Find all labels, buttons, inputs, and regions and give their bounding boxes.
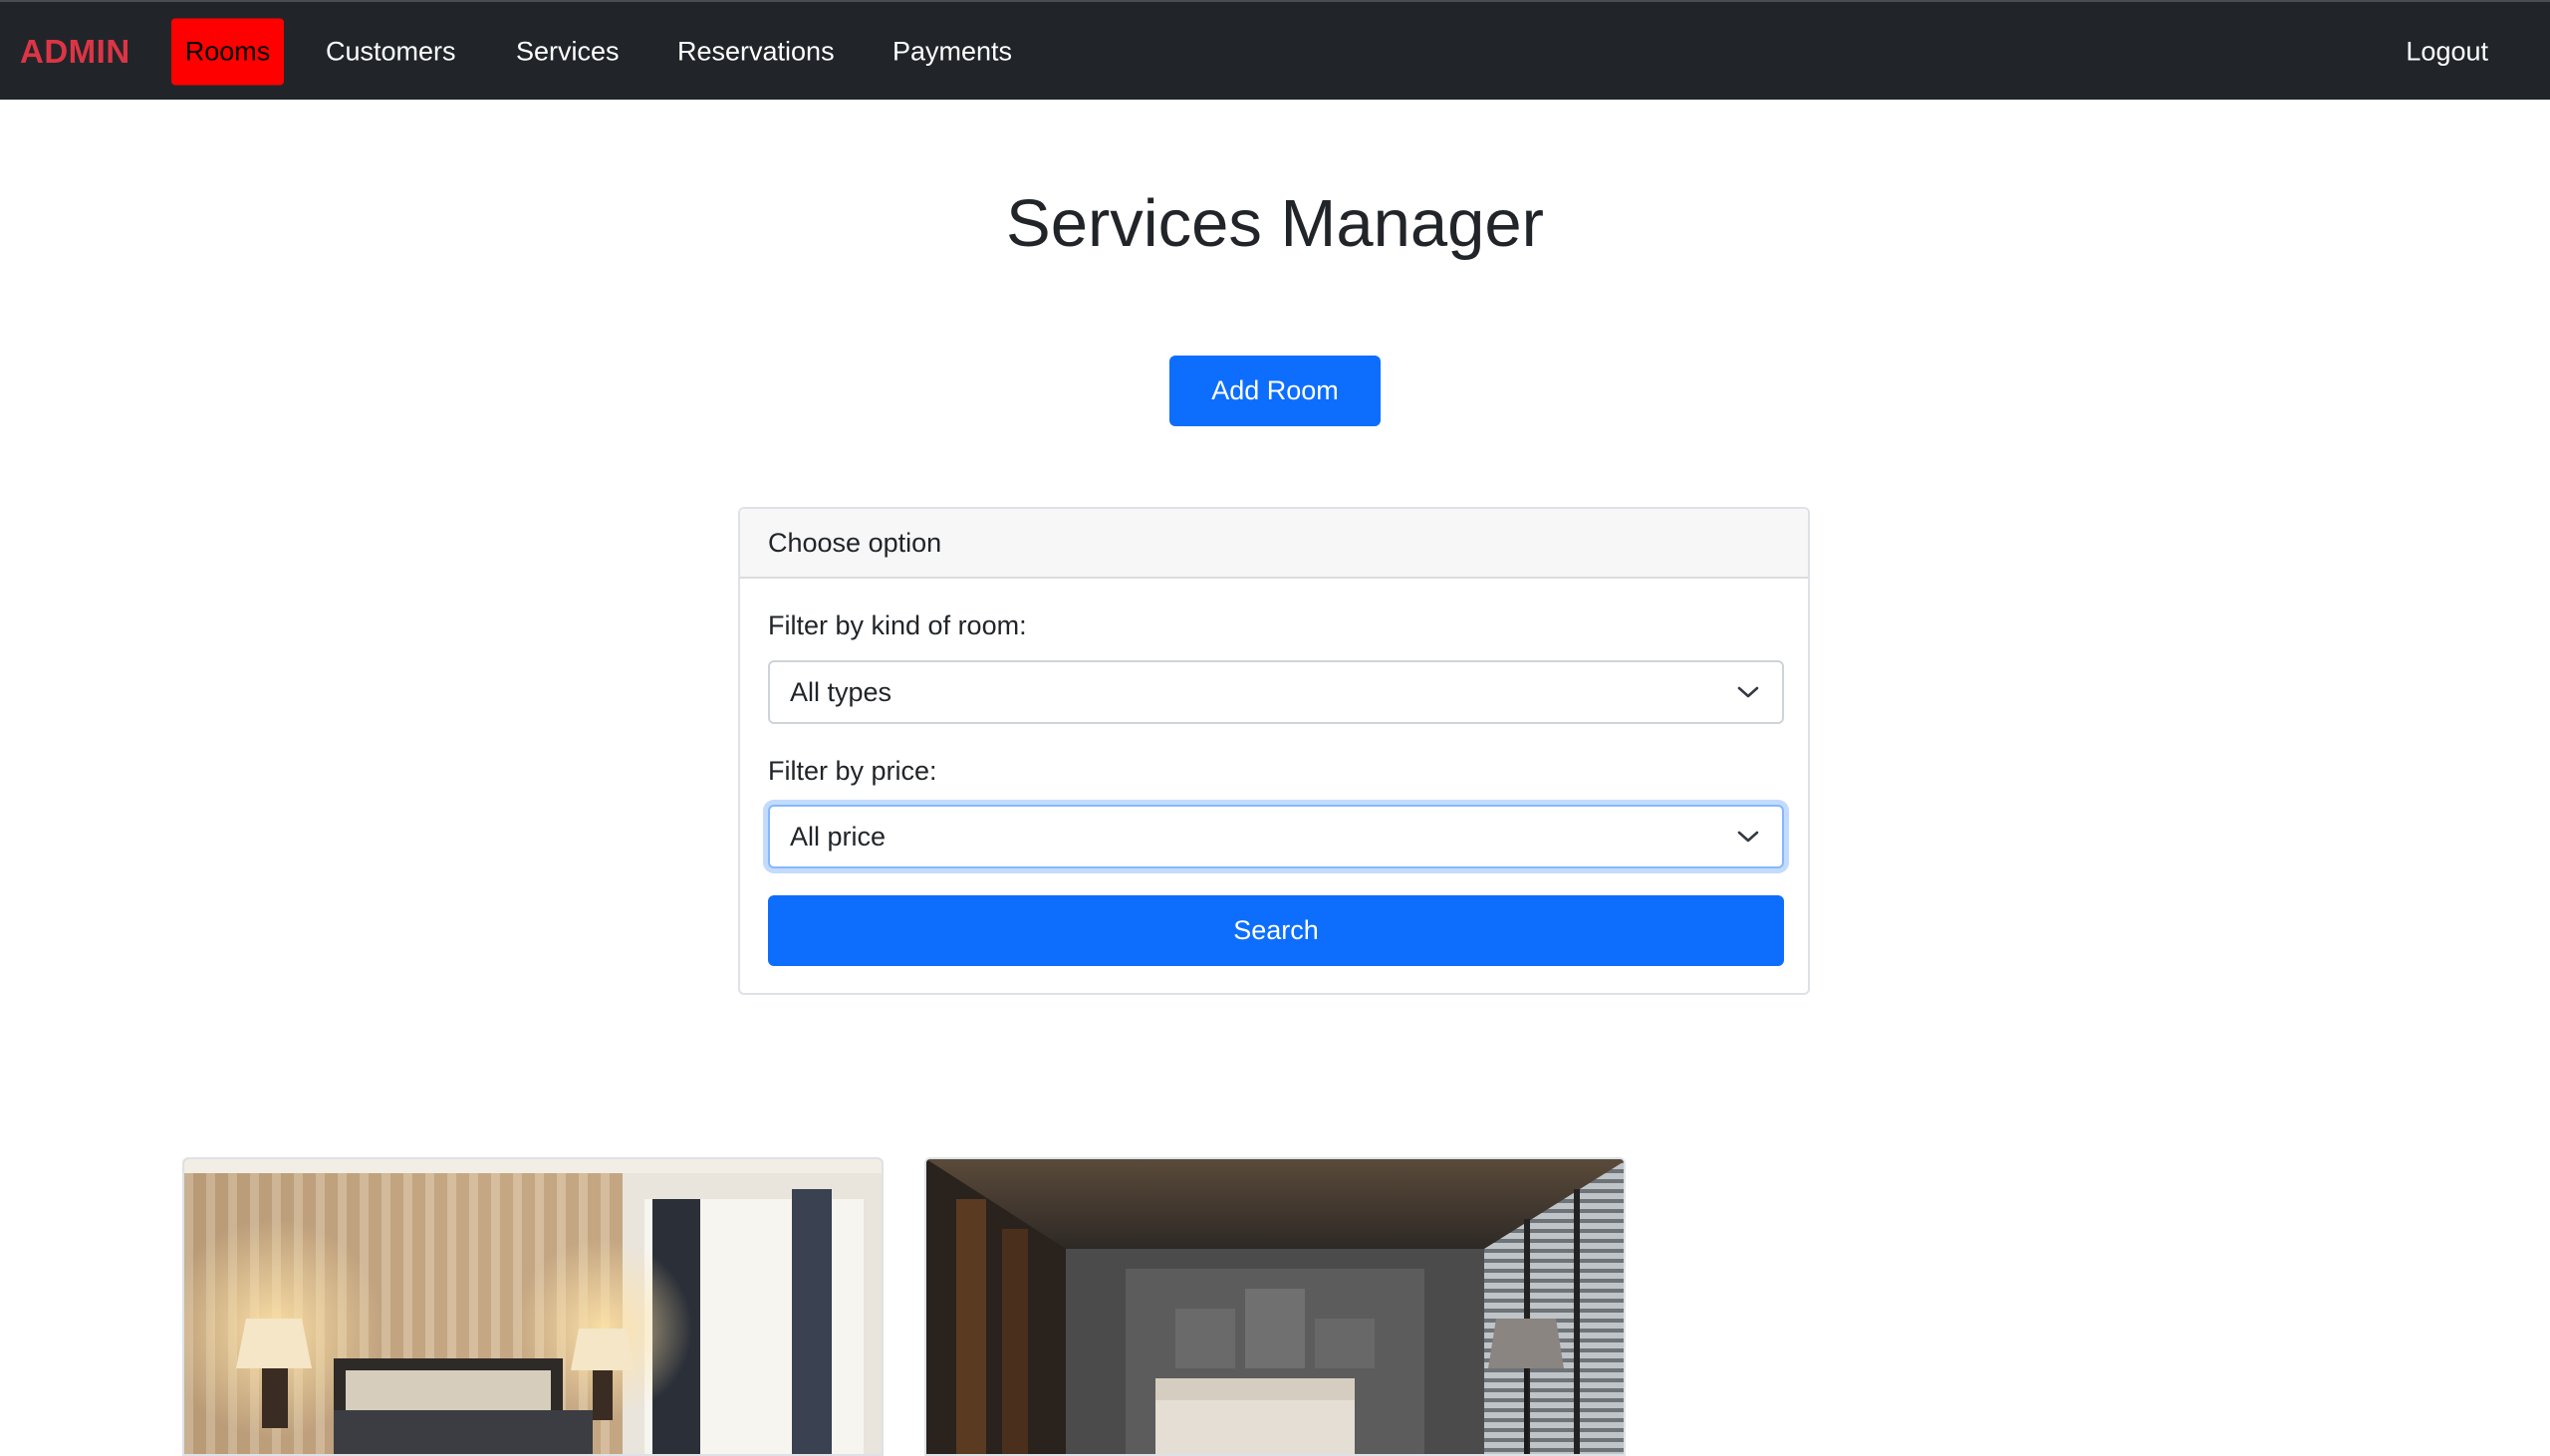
- room-card[interactable]: [924, 1157, 1626, 1456]
- nav-item-services[interactable]: Services: [516, 37, 620, 68]
- room-kind-select-value: All types: [790, 676, 892, 707]
- chevron-down-icon: [1737, 686, 1759, 698]
- nav-item-rooms[interactable]: Rooms: [171, 18, 284, 86]
- price-select[interactable]: All price: [768, 805, 1784, 868]
- brand-logo[interactable]: ADMIN: [20, 33, 130, 71]
- add-room-button[interactable]: Add Room: [1169, 356, 1381, 426]
- chevron-down-icon: [1737, 831, 1759, 843]
- room-kind-select[interactable]: All types: [768, 660, 1784, 724]
- room-card[interactable]: [182, 1157, 884, 1456]
- filter-card-header: Choose option: [740, 509, 1808, 579]
- room-photo: [184, 1159, 882, 1454]
- price-label: Filter by price:: [768, 756, 937, 786]
- room-kind-label: Filter by kind of room:: [768, 610, 1027, 640]
- nav-item-reservations[interactable]: Reservations: [677, 37, 835, 68]
- top-navbar: ADMIN Rooms Customers Services Reservati…: [0, 0, 2550, 100]
- page-title: Services Manager: [1006, 186, 1544, 261]
- search-button[interactable]: Search: [768, 895, 1784, 966]
- nav-item-customers[interactable]: Customers: [326, 37, 456, 68]
- nav-item-payments[interactable]: Payments: [892, 37, 1012, 68]
- filter-card: Choose option Filter by kind of room: Al…: [738, 507, 1810, 995]
- room-photo: [926, 1159, 1624, 1454]
- price-select-value: All price: [790, 821, 887, 851]
- logout-link[interactable]: Logout: [2406, 37, 2488, 68]
